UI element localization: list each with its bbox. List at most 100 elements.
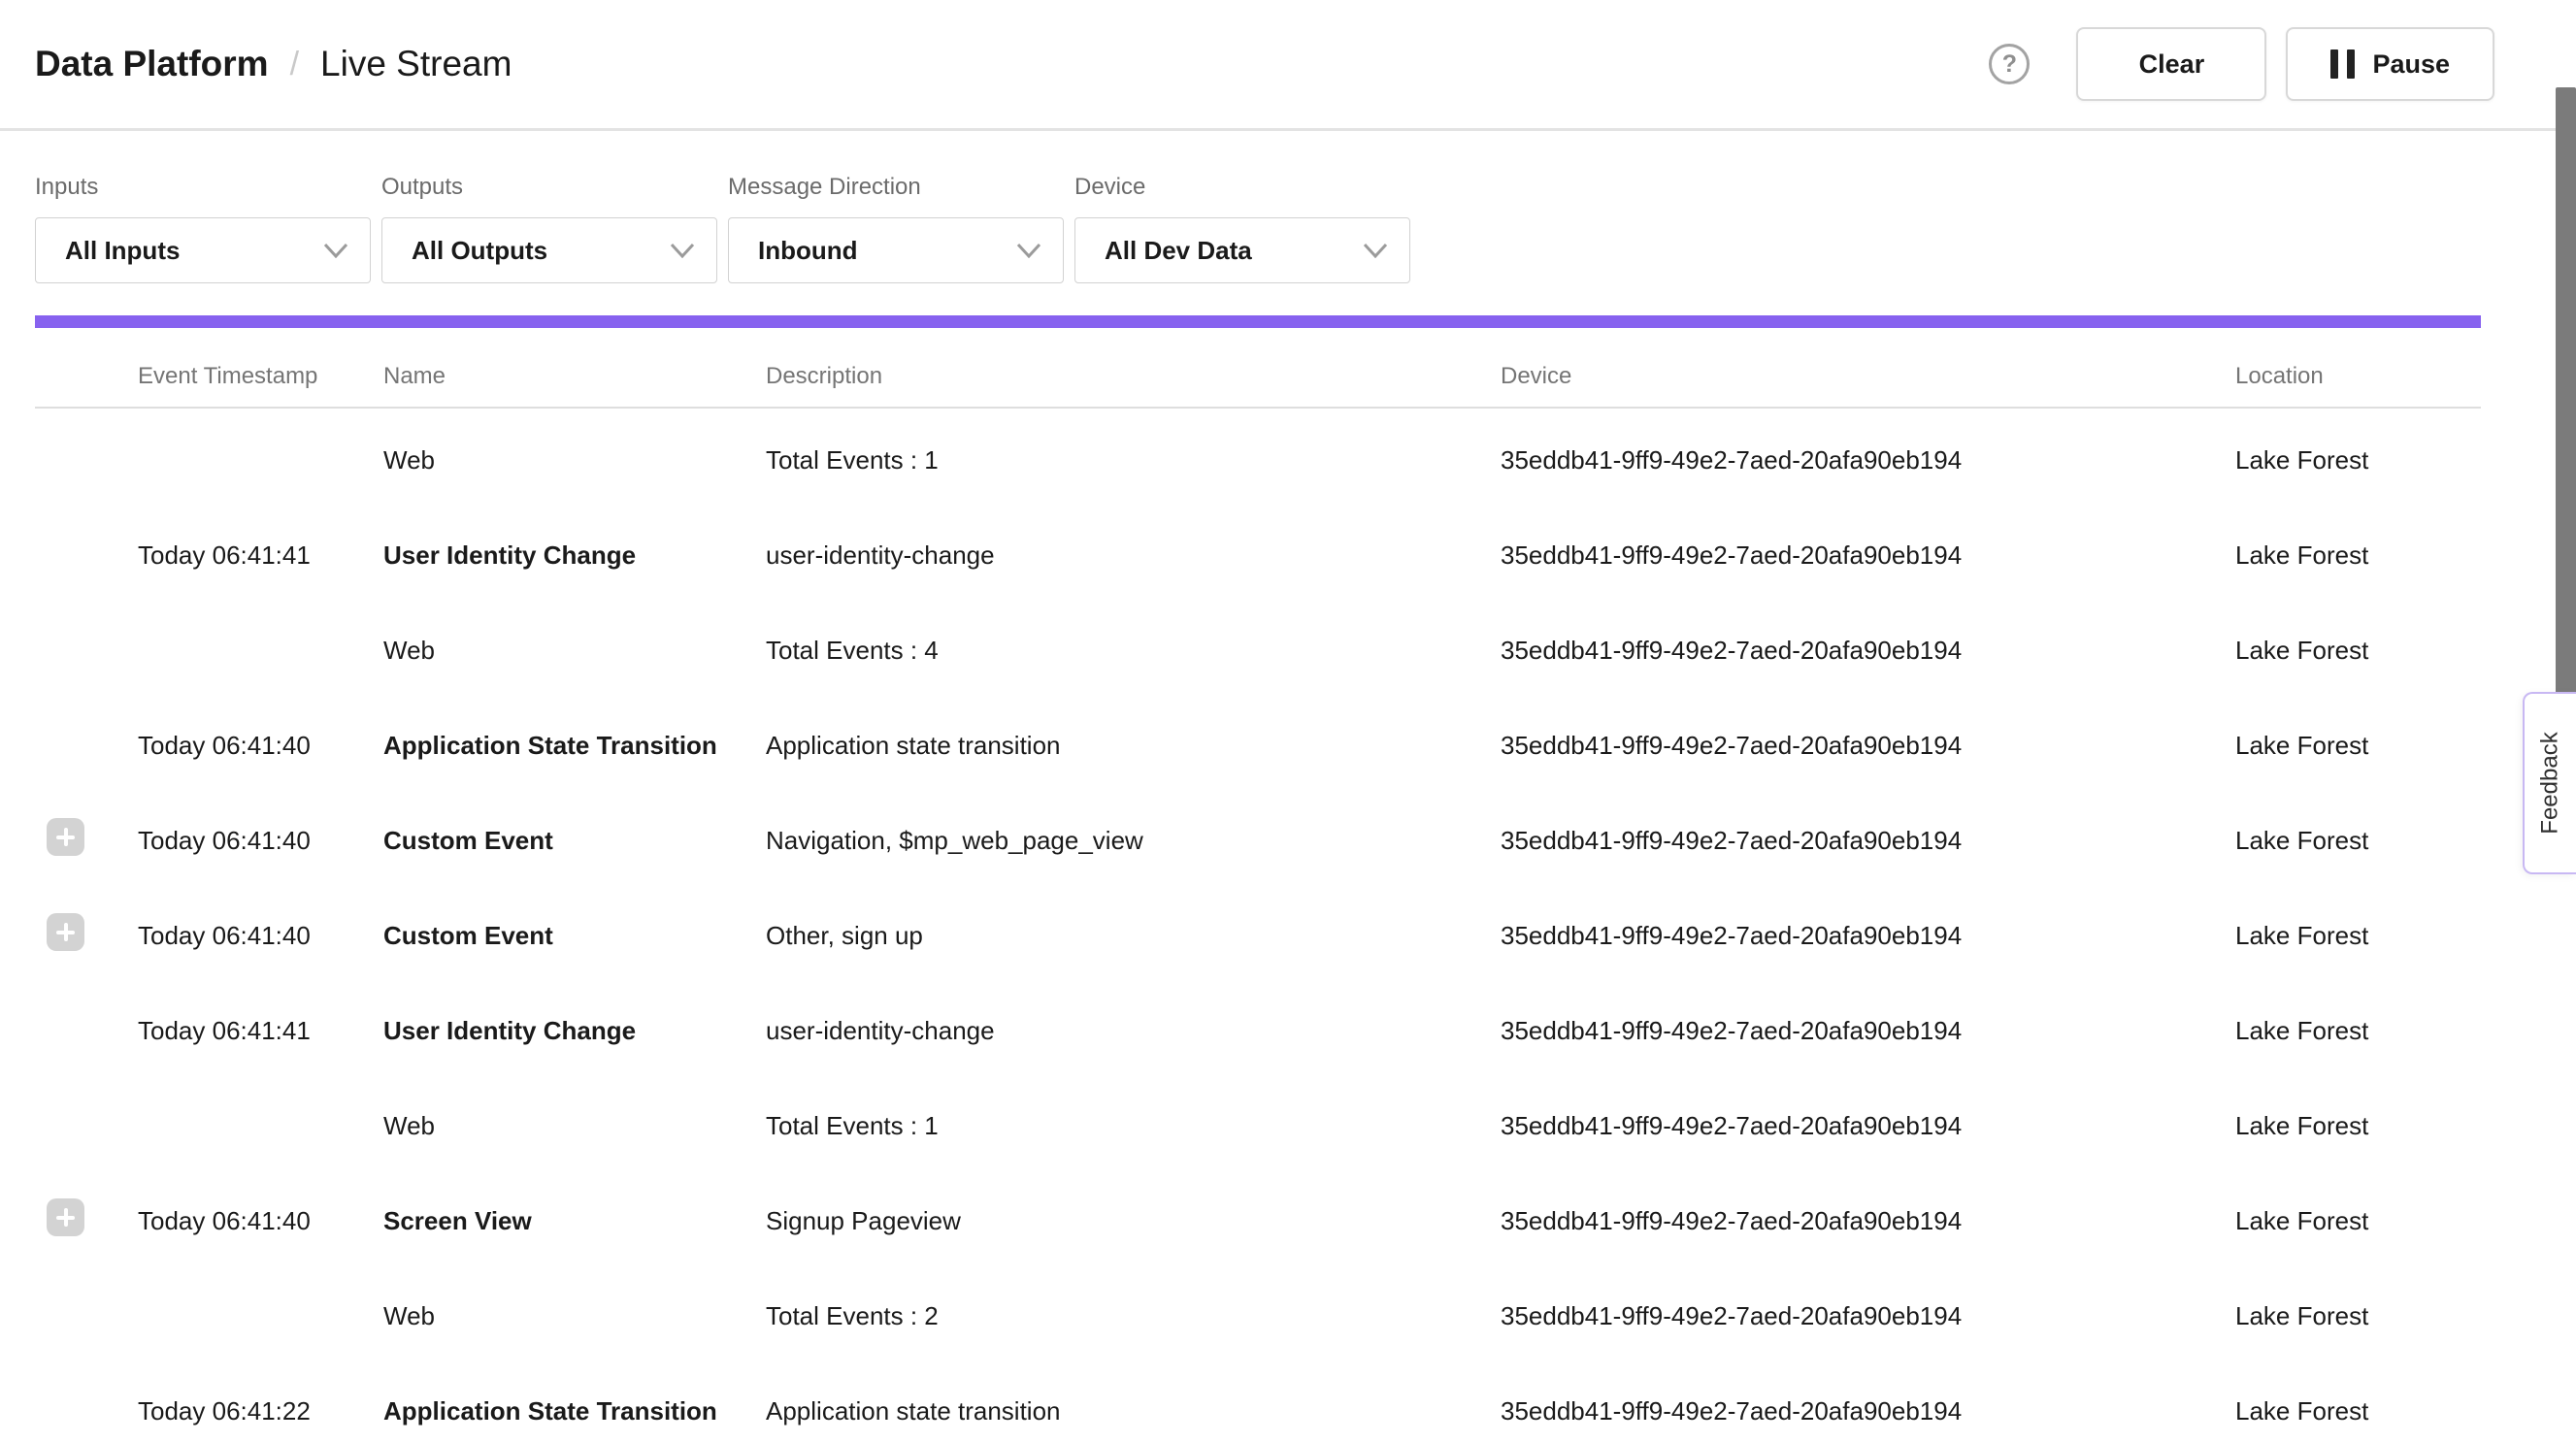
feedback-tab-label: Feedback: [2537, 732, 2564, 834]
app-header: Data Platform / Live Stream ? Clear Paus…: [0, 0, 2576, 131]
event-description: user-identity-change: [766, 1016, 1501, 1046]
message-direction-dropdown[interactable]: Inbound: [728, 217, 1064, 283]
filter-label: Outputs: [381, 174, 717, 201]
column-header-device: Device: [1501, 363, 2235, 390]
event-name: Custom Event: [383, 826, 766, 856]
table-row[interactable]: Today 06:41:22 Application State Transit…: [35, 1363, 2481, 1442]
help-icon[interactable]: ?: [1989, 44, 2030, 84]
event-location: Lake Forest: [2235, 1111, 2481, 1141]
event-location: Lake Forest: [2235, 731, 2481, 761]
event-device: 35eddb41-9ff9-49e2-7aed-20afa90eb194: [1501, 731, 2235, 761]
event-device: 35eddb41-9ff9-49e2-7aed-20afa90eb194: [1501, 636, 2235, 666]
event-name: User Identity Change: [383, 541, 766, 571]
event-description: Navigation, $mp_web_page_view: [766, 826, 1501, 856]
event-device: 35eddb41-9ff9-49e2-7aed-20afa90eb194: [1501, 1301, 2235, 1331]
accent-divider: [35, 315, 2481, 328]
event-location: Lake Forest: [2235, 636, 2481, 666]
clear-button[interactable]: Clear: [2076, 27, 2266, 101]
table-row[interactable]: Today 06:41:40 Custom Event Other, sign …: [35, 888, 2481, 983]
table-row[interactable]: Today 06:41:41 User Identity Change user…: [35, 508, 2481, 603]
column-header-timestamp: Event Timestamp: [138, 363, 383, 390]
event-name: Web: [383, 445, 766, 475]
event-name: Screen View: [383, 1206, 766, 1236]
breadcrumb-separator: /: [290, 46, 299, 83]
dropdown-value: All Outputs: [412, 236, 670, 266]
event-name: User Identity Change: [383, 1016, 766, 1046]
filter-inputs: Inputs All Inputs: [35, 174, 371, 283]
filter-device: Device All Dev Data: [1074, 174, 1410, 283]
feedback-tab[interactable]: Feedback: [2523, 692, 2576, 874]
event-device: 35eddb41-9ff9-49e2-7aed-20afa90eb194: [1501, 541, 2235, 571]
event-timestamp: Today 06:41:41: [138, 541, 383, 571]
event-device: 35eddb41-9ff9-49e2-7aed-20afa90eb194: [1501, 826, 2235, 856]
table-row[interactable]: Today 06:41:40 Custom Event Navigation, …: [35, 793, 2481, 888]
event-description: Total Events : 1: [766, 445, 1501, 475]
scrollbar-thumb[interactable]: [2556, 87, 2576, 696]
question-glyph: ?: [2002, 50, 2017, 79]
events-table: Event Timestamp Name Description Device …: [35, 328, 2481, 1442]
event-description: Signup Pageview: [766, 1206, 1501, 1236]
event-name: Application State Transition: [383, 1396, 766, 1426]
event-device: 35eddb41-9ff9-49e2-7aed-20afa90eb194: [1501, 445, 2235, 475]
event-name: Web: [383, 636, 766, 666]
expand-button[interactable]: [47, 913, 84, 951]
event-timestamp: Today 06:41:41: [138, 1016, 383, 1046]
dropdown-value: All Inputs: [65, 236, 323, 266]
filter-label: Message Direction: [728, 174, 1064, 201]
breadcrumb: Data Platform / Live Stream: [35, 44, 512, 84]
outputs-dropdown[interactable]: All Outputs: [381, 217, 717, 283]
expand-button[interactable]: [47, 1198, 84, 1236]
event-name: Application State Transition: [383, 731, 766, 761]
inputs-dropdown[interactable]: All Inputs: [35, 217, 371, 283]
event-device: 35eddb41-9ff9-49e2-7aed-20afa90eb194: [1501, 1111, 2235, 1141]
event-timestamp: Today 06:41:22: [138, 1396, 383, 1426]
device-dropdown[interactable]: All Dev Data: [1074, 217, 1410, 283]
plus-icon: [47, 1198, 84, 1236]
event-location: Lake Forest: [2235, 1396, 2481, 1426]
event-name: Web: [383, 1111, 766, 1141]
chevron-down-icon: [1363, 243, 1388, 258]
filter-label: Device: [1074, 174, 1410, 201]
column-header-location: Location: [2235, 363, 2481, 390]
event-description: Application state transition: [766, 1396, 1501, 1426]
event-device: 35eddb41-9ff9-49e2-7aed-20afa90eb194: [1501, 1016, 2235, 1046]
filter-outputs: Outputs All Outputs: [381, 174, 717, 283]
event-description: Total Events : 2: [766, 1301, 1501, 1331]
dropdown-value: All Dev Data: [1105, 236, 1363, 266]
table-row[interactable]: Web Total Events : 2 35eddb41-9ff9-49e2-…: [35, 1268, 2481, 1363]
breadcrumb-section[interactable]: Data Platform: [35, 44, 269, 84]
event-description: Total Events : 4: [766, 636, 1501, 666]
event-location: Lake Forest: [2235, 1016, 2481, 1046]
dropdown-value: Inbound: [758, 236, 1016, 266]
table-row[interactable]: Web Total Events : 1 35eddb41-9ff9-49e2-…: [35, 1078, 2481, 1173]
event-location: Lake Forest: [2235, 445, 2481, 475]
event-description: Total Events : 1: [766, 1111, 1501, 1141]
page-title: Live Stream: [320, 44, 512, 84]
table-row[interactable]: Today 06:41:40 Application State Transit…: [35, 698, 2481, 793]
event-location: Lake Forest: [2235, 1301, 2481, 1331]
chevron-down-icon: [670, 243, 695, 258]
table-body: Web Total Events : 1 35eddb41-9ff9-49e2-…: [35, 409, 2481, 1442]
table-row[interactable]: Web Total Events : 1 35eddb41-9ff9-49e2-…: [35, 412, 2481, 508]
event-description: Other, sign up: [766, 921, 1501, 951]
table-row[interactable]: Today 06:41:41 User Identity Change user…: [35, 983, 2481, 1078]
filters-bar: Inputs All Inputs Outputs All Outputs Me…: [0, 174, 2576, 283]
event-location: Lake Forest: [2235, 826, 2481, 856]
column-header-description: Description: [766, 363, 1501, 390]
table-row[interactable]: Web Total Events : 4 35eddb41-9ff9-49e2-…: [35, 603, 2481, 698]
event-timestamp: Today 06:41:40: [138, 731, 383, 761]
pause-icon: [2330, 49, 2355, 79]
pause-button-label: Pause: [2372, 49, 2450, 80]
plus-icon: [47, 913, 84, 951]
event-timestamp: Today 06:41:40: [138, 921, 383, 951]
event-timestamp: Today 06:41:40: [138, 1206, 383, 1236]
expand-button[interactable]: [47, 818, 84, 856]
event-description: user-identity-change: [766, 541, 1501, 571]
pause-button[interactable]: Pause: [2286, 27, 2494, 101]
table-header-row: Event Timestamp Name Description Device …: [35, 328, 2481, 409]
live-stream-page: Data Platform / Live Stream ? Clear Paus…: [0, 0, 2576, 1442]
filter-label: Inputs: [35, 174, 371, 201]
event-device: 35eddb41-9ff9-49e2-7aed-20afa90eb194: [1501, 1396, 2235, 1426]
event-description: Application state transition: [766, 731, 1501, 761]
table-row[interactable]: Today 06:41:40 Screen View Signup Pagevi…: [35, 1173, 2481, 1268]
